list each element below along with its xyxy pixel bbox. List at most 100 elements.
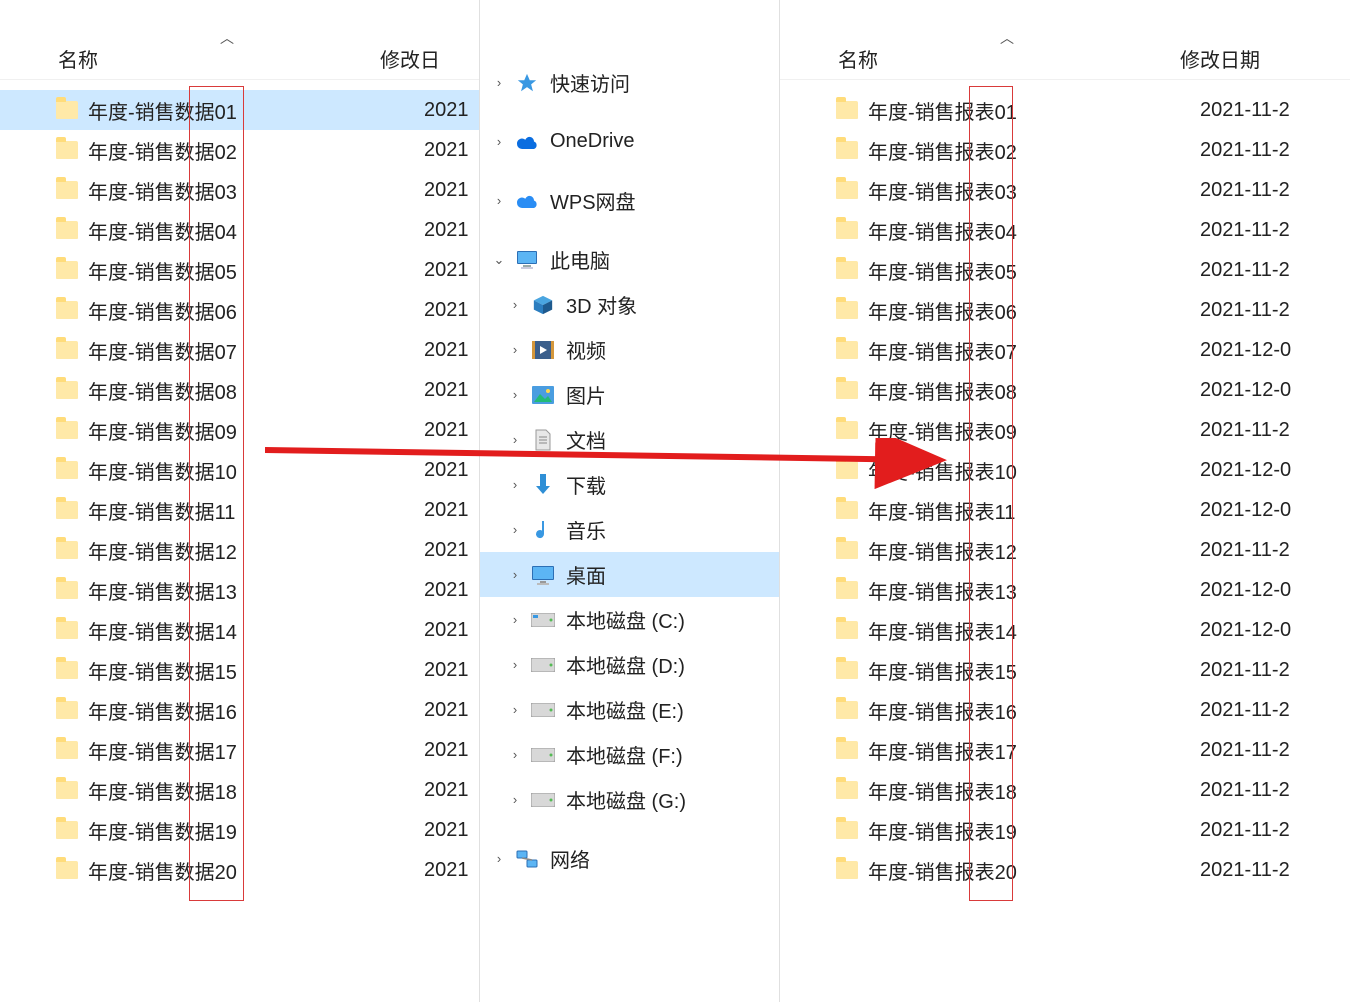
chevron-right-icon[interactable]: › bbox=[506, 342, 524, 357]
folder-row[interactable]: 年度-销售报表19 2021-11-2 bbox=[780, 810, 1350, 850]
nav-label: 文档 bbox=[566, 425, 606, 454]
folder-row[interactable]: 年度-销售报表04 2021-11-2 bbox=[780, 210, 1350, 250]
folder-icon bbox=[56, 181, 78, 199]
right-file-list: 年度-销售报表01 2021-11-2 年度-销售报表02 2021-11-2 … bbox=[780, 80, 1350, 890]
folder-icon bbox=[836, 781, 858, 799]
network-icon bbox=[514, 848, 540, 870]
nav-videos[interactable]: › 视频 bbox=[480, 327, 779, 372]
folder-name: 年度-销售报表14 bbox=[868, 616, 1017, 645]
folder-row[interactable]: 年度-销售数据10 2021 bbox=[0, 450, 479, 490]
folder-row[interactable]: 年度-销售报表14 2021-12-0 bbox=[780, 610, 1350, 650]
column-header-name[interactable]: 名称 bbox=[0, 44, 380, 73]
folder-row[interactable]: 年度-销售数据16 2021 bbox=[0, 690, 479, 730]
folder-date: 2021-11-2 bbox=[1200, 819, 1290, 842]
column-header-date[interactable]: 修改日期 bbox=[1180, 44, 1260, 73]
folder-row[interactable]: 年度-销售数据12 2021 bbox=[0, 530, 479, 570]
folder-row[interactable]: 年度-销售报表12 2021-11-2 bbox=[780, 530, 1350, 570]
nav-disk-g[interactable]: › 本地磁盘 (G:) bbox=[480, 777, 779, 822]
folder-row[interactable]: 年度-销售报表11 2021-12-0 bbox=[780, 490, 1350, 530]
folder-row[interactable]: 年度-销售报表15 2021-11-2 bbox=[780, 650, 1350, 690]
nav-3d-objects[interactable]: › 3D 对象 bbox=[480, 282, 779, 327]
chevron-right-icon[interactable]: › bbox=[506, 612, 524, 627]
chevron-right-icon[interactable]: › bbox=[506, 297, 524, 312]
folder-name: 年度-销售报表08 bbox=[868, 376, 1017, 405]
folder-name: 年度-销售数据13 bbox=[88, 576, 237, 605]
chevron-right-icon[interactable]: › bbox=[506, 792, 524, 807]
nav-onedrive[interactable]: › OneDrive bbox=[480, 119, 779, 164]
folder-name: 年度-销售数据20 bbox=[88, 856, 237, 885]
folder-row[interactable]: 年度-销售报表05 2021-11-2 bbox=[780, 250, 1350, 290]
chevron-right-icon[interactable]: › bbox=[506, 522, 524, 537]
nav-desktop[interactable]: › 桌面 bbox=[480, 552, 779, 597]
folder-icon bbox=[56, 541, 78, 559]
chevron-right-icon[interactable]: › bbox=[490, 75, 508, 90]
chevron-right-icon[interactable]: › bbox=[506, 477, 524, 492]
folder-row[interactable]: 年度-销售数据07 2021 bbox=[0, 330, 479, 370]
folder-row[interactable]: 年度-销售报表20 2021-11-2 bbox=[780, 850, 1350, 890]
sort-chevron-icon[interactable]: ︿ bbox=[1000, 28, 1014, 48]
folder-row[interactable]: 年度-销售数据19 2021 bbox=[0, 810, 479, 850]
folder-name: 年度-销售报表11 bbox=[868, 496, 1015, 525]
chevron-right-icon[interactable]: › bbox=[490, 134, 508, 149]
folder-row[interactable]: 年度-销售报表10 2021-12-0 bbox=[780, 450, 1350, 490]
folder-row[interactable]: 年度-销售数据04 2021 bbox=[0, 210, 479, 250]
folder-date: 2021 bbox=[424, 259, 469, 282]
folder-date: 2021-11-2 bbox=[1200, 739, 1290, 762]
chevron-right-icon[interactable]: › bbox=[506, 432, 524, 447]
nav-this-pc[interactable]: ⌄ 此电脑 bbox=[480, 237, 779, 282]
folder-icon bbox=[836, 461, 858, 479]
nav-disk-c[interactable]: › 本地磁盘 (C:) bbox=[480, 597, 779, 642]
nav-disk-e[interactable]: › 本地磁盘 (E:) bbox=[480, 687, 779, 732]
chevron-right-icon[interactable]: › bbox=[506, 702, 524, 717]
folder-row[interactable]: 年度-销售数据09 2021 bbox=[0, 410, 479, 450]
folder-row[interactable]: 年度-销售数据06 2021 bbox=[0, 290, 479, 330]
nav-pictures[interactable]: › 图片 bbox=[480, 372, 779, 417]
folder-row[interactable]: 年度-销售数据20 2021 bbox=[0, 850, 479, 890]
folder-row[interactable]: 年度-销售数据15 2021 bbox=[0, 650, 479, 690]
nav-documents[interactable]: › 文档 bbox=[480, 417, 779, 462]
folder-row[interactable]: 年度-销售数据18 2021 bbox=[0, 770, 479, 810]
folder-row[interactable]: 年度-销售报表07 2021-12-0 bbox=[780, 330, 1350, 370]
column-header-name[interactable]: 名称 bbox=[780, 44, 1180, 73]
folder-row[interactable]: 年度-销售报表18 2021-11-2 bbox=[780, 770, 1350, 810]
folder-row[interactable]: 年度-销售数据03 2021 bbox=[0, 170, 479, 210]
folder-row[interactable]: 年度-销售数据01 2021 bbox=[0, 90, 479, 130]
nav-quick-access[interactable]: › 快速访问 bbox=[480, 60, 779, 105]
folder-row[interactable]: 年度-销售报表13 2021-12-0 bbox=[780, 570, 1350, 610]
folder-date: 2021-11-2 bbox=[1200, 699, 1290, 722]
folder-row[interactable]: 年度-销售报表09 2021-11-2 bbox=[780, 410, 1350, 450]
nav-music[interactable]: › 音乐 bbox=[480, 507, 779, 552]
folder-name: 年度-销售报表15 bbox=[868, 656, 1017, 685]
chevron-right-icon[interactable]: › bbox=[490, 851, 508, 866]
chevron-right-icon[interactable]: › bbox=[490, 193, 508, 208]
folder-name: 年度-销售数据19 bbox=[88, 816, 237, 845]
folder-row[interactable]: 年度-销售数据02 2021 bbox=[0, 130, 479, 170]
folder-row[interactable]: 年度-销售报表06 2021-11-2 bbox=[780, 290, 1350, 330]
folder-row[interactable]: 年度-销售数据14 2021 bbox=[0, 610, 479, 650]
column-header-date[interactable]: 修改日 bbox=[380, 44, 440, 73]
chevron-right-icon[interactable]: › bbox=[506, 747, 524, 762]
folder-row[interactable]: 年度-销售数据17 2021 bbox=[0, 730, 479, 770]
chevron-down-icon[interactable]: ⌄ bbox=[490, 252, 508, 268]
nav-wps[interactable]: › WPS网盘 bbox=[480, 178, 779, 223]
sort-chevron-icon[interactable]: ︿ bbox=[220, 28, 234, 48]
chevron-right-icon[interactable]: › bbox=[506, 387, 524, 402]
folder-icon bbox=[56, 781, 78, 799]
nav-label: 3D 对象 bbox=[566, 290, 637, 319]
folder-row[interactable]: 年度-销售数据08 2021 bbox=[0, 370, 479, 410]
chevron-right-icon[interactable]: › bbox=[506, 567, 524, 582]
folder-row[interactable]: 年度-销售数据11 2021 bbox=[0, 490, 479, 530]
folder-row[interactable]: 年度-销售报表03 2021-11-2 bbox=[780, 170, 1350, 210]
folder-row[interactable]: 年度-销售数据05 2021 bbox=[0, 250, 479, 290]
folder-row[interactable]: 年度-销售数据13 2021 bbox=[0, 570, 479, 610]
folder-row[interactable]: 年度-销售报表16 2021-11-2 bbox=[780, 690, 1350, 730]
nav-downloads[interactable]: › 下载 bbox=[480, 462, 779, 507]
folder-row[interactable]: 年度-销售报表01 2021-11-2 bbox=[780, 90, 1350, 130]
folder-row[interactable]: 年度-销售报表02 2021-11-2 bbox=[780, 130, 1350, 170]
folder-row[interactable]: 年度-销售报表08 2021-12-0 bbox=[780, 370, 1350, 410]
nav-network[interactable]: › 网络 bbox=[480, 836, 779, 881]
nav-disk-f[interactable]: › 本地磁盘 (F:) bbox=[480, 732, 779, 777]
folder-row[interactable]: 年度-销售报表17 2021-11-2 bbox=[780, 730, 1350, 770]
chevron-right-icon[interactable]: › bbox=[506, 657, 524, 672]
nav-disk-d[interactable]: › 本地磁盘 (D:) bbox=[480, 642, 779, 687]
